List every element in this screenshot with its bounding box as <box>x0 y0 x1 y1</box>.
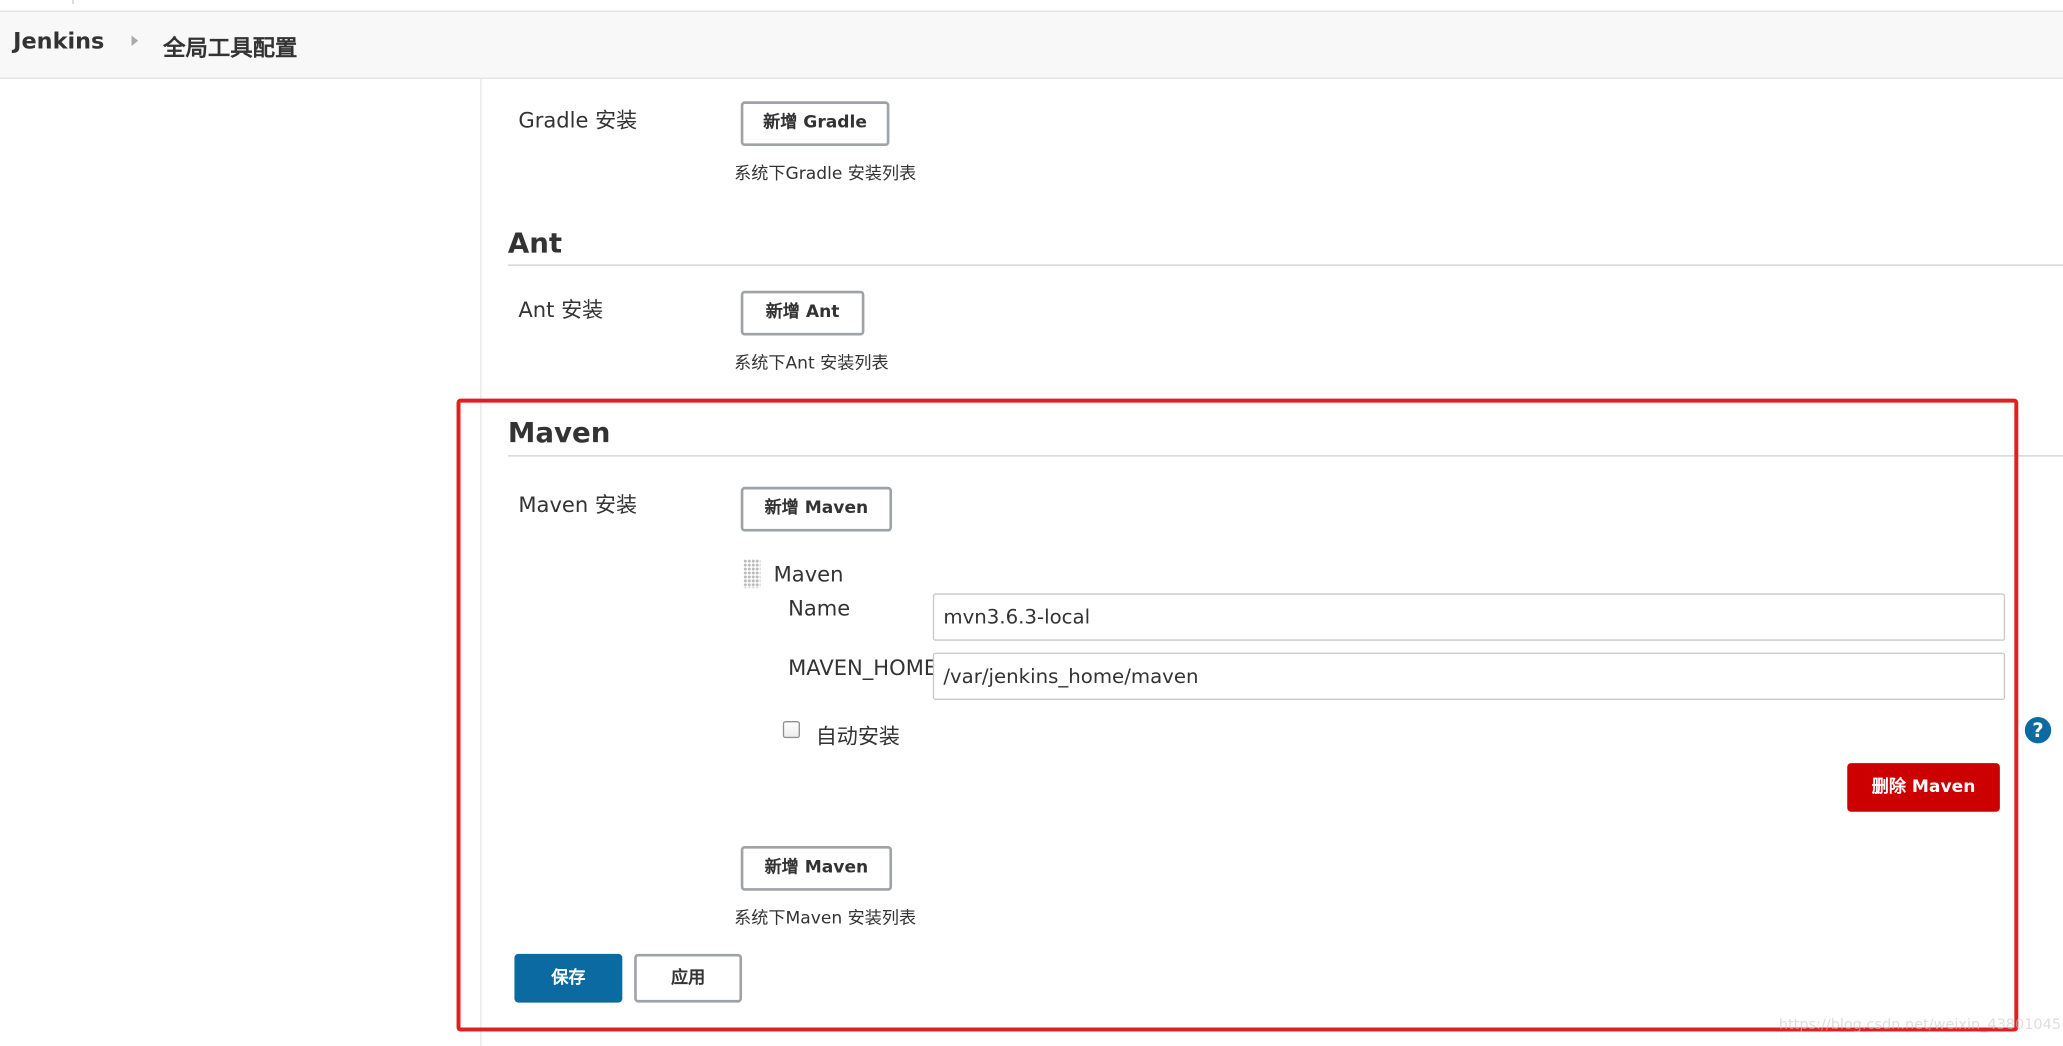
add-ant-button[interactable]: 新增 Ant <box>740 290 865 336</box>
help-icon[interactable]: ? <box>2024 717 2052 744</box>
maven-installation-title: Maven <box>773 561 844 587</box>
chevron-right-icon <box>131 35 139 47</box>
save-button[interactable]: 保存 <box>514 953 623 1003</box>
maven-name-input[interactable] <box>932 593 2006 641</box>
maven-help-text: 系统下Maven 安装列表 <box>734 909 917 929</box>
gradle-install-label: Gradle 安装 <box>518 107 638 133</box>
maven-section-title: Maven <box>507 417 611 449</box>
drag-handle-icon[interactable] <box>743 559 761 589</box>
maven-name-label: Name <box>788 596 851 622</box>
maven-highlight-annotation <box>456 398 2019 1032</box>
ant-section-title: Ant <box>507 227 563 260</box>
breadcrumb: Jenkins 全局工具配置 <box>0 10 2063 79</box>
add-maven-button-bottom[interactable]: 新增 Maven <box>740 845 893 891</box>
maven-section-rule <box>507 455 2063 457</box>
ant-help-text: 系统下Ant 安装列表 <box>734 353 889 374</box>
maven-home-input[interactable] <box>932 652 2006 700</box>
watermark-text: https://blog.csdn.net/weixin_43801045 <box>1778 1015 2062 1033</box>
apply-button[interactable]: 应用 <box>634 953 743 1003</box>
auto-install-label[interactable]: 自动安装 <box>816 718 900 750</box>
ant-section-rule <box>507 264 2063 266</box>
ant-install-label: Ant 安装 <box>518 297 604 323</box>
maven-home-label: MAVEN_HOME <box>788 655 938 681</box>
auto-install-checkbox[interactable] <box>782 721 800 739</box>
top-tick <box>72 0 74 4</box>
breadcrumb-current-page[interactable]: 全局工具配置 <box>163 29 297 62</box>
maven-install-label: Maven 安装 <box>518 492 638 518</box>
breadcrumb-home-link[interactable]: Jenkins <box>13 29 104 55</box>
gradle-help-text: 系统下Gradle 安装列表 <box>734 164 917 185</box>
add-gradle-button[interactable]: 新增 Gradle <box>740 101 890 147</box>
add-maven-button-top[interactable]: 新增 Maven <box>740 486 893 532</box>
jenkins-global-tool-config: Jenkins 全局工具配置 Gradle 安装 新增 Gradle 系统下Gr… <box>0 0 2063 1046</box>
sidebar-divider <box>480 77 482 1046</box>
delete-maven-button[interactable]: 删除 Maven <box>1847 763 2000 812</box>
